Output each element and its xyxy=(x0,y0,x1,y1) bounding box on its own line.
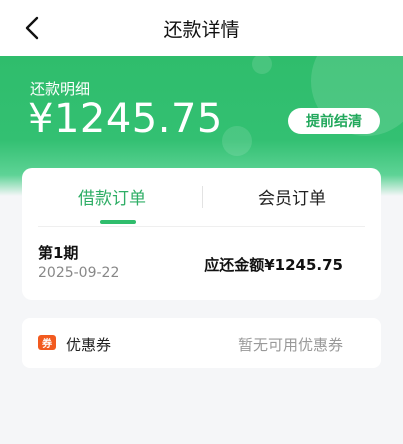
decorative-coin xyxy=(222,126,252,156)
amount-due: 应还金额¥1245.75 xyxy=(204,256,343,274)
tab-loan-order[interactable]: 借款订单 xyxy=(22,184,202,209)
early-payoff-button[interactable]: 提前结清 xyxy=(288,108,380,134)
tab-member-order[interactable]: 会员订单 xyxy=(202,184,382,209)
coupon-icon: 券 xyxy=(38,335,56,350)
coupon-row[interactable]: 券 优惠券 暂无可用优惠券 xyxy=(22,318,381,368)
total-amount: ¥1245.75 xyxy=(28,96,223,142)
divider xyxy=(38,226,365,227)
decorative-coin xyxy=(252,56,272,74)
page-title: 还款详情 xyxy=(163,19,240,41)
coupon-status: 暂无可用优惠券 xyxy=(237,336,343,354)
top-nav-bar: 还款详情 xyxy=(0,0,403,56)
installment-date: 2025-09-22 xyxy=(38,265,120,281)
coupon-label: 优惠券 xyxy=(66,336,112,354)
active-tab-indicator xyxy=(100,220,136,224)
order-card: 借款订单 会员订单 第1期 2025-09-22 应还金额¥1245.75 xyxy=(22,168,381,300)
installment-period: 第1期 xyxy=(38,244,79,262)
